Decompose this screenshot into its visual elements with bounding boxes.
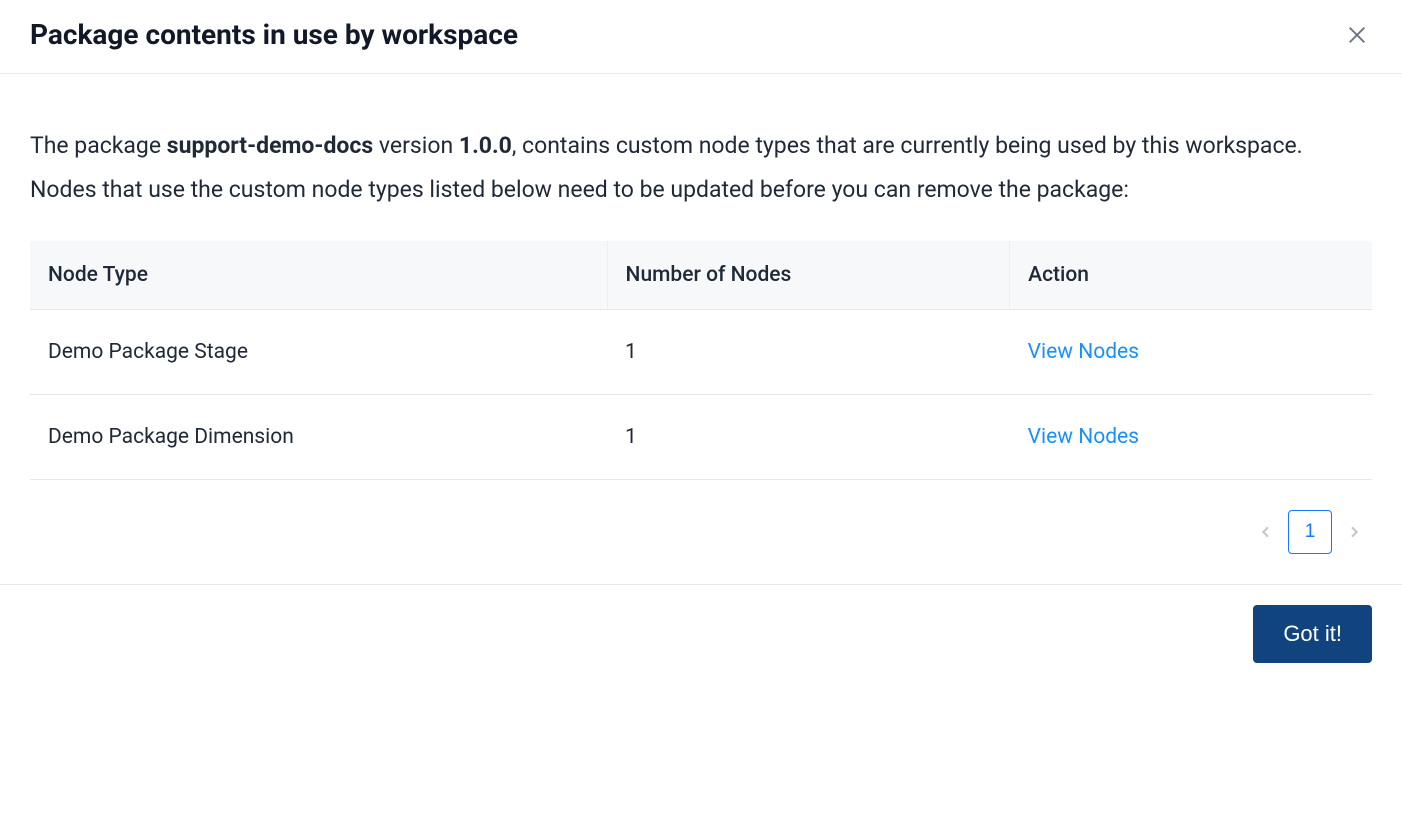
col-header-count: Number of Nodes xyxy=(607,241,1010,310)
package-name: support-demo-docs xyxy=(167,132,373,159)
package-version: 1.0.0 xyxy=(459,132,512,159)
view-nodes-link[interactable]: View Nodes xyxy=(1028,340,1139,364)
cell-action: View Nodes xyxy=(1010,310,1372,395)
table-row: Demo Package Dimension 1 View Nodes xyxy=(30,395,1372,480)
package-contents-modal: Package contents in use by workspace The… xyxy=(0,0,1402,675)
page-number-current[interactable]: 1 xyxy=(1288,510,1332,554)
got-it-button[interactable]: Got it! xyxy=(1253,605,1372,663)
col-header-node-type: Node Type xyxy=(30,241,607,310)
modal-footer: Got it! xyxy=(0,584,1402,675)
chevron-left-icon xyxy=(1258,524,1274,540)
pagination: 1 xyxy=(30,510,1372,554)
cell-node-type: Demo Package Dimension xyxy=(30,395,607,480)
close-button[interactable] xyxy=(1342,20,1372,50)
view-nodes-link[interactable]: View Nodes xyxy=(1028,425,1139,449)
desc-mid1: version xyxy=(373,132,459,159)
page-prev-button[interactable] xyxy=(1254,520,1278,544)
cell-action: View Nodes xyxy=(1010,395,1372,480)
node-types-table: Node Type Number of Nodes Action Demo Pa… xyxy=(30,241,1372,480)
col-header-action: Action xyxy=(1010,241,1372,310)
table-row: Demo Package Stage 1 View Nodes xyxy=(30,310,1372,395)
modal-title: Package contents in use by workspace xyxy=(30,18,518,51)
modal-body: The package support-demo-docs version 1.… xyxy=(0,74,1402,584)
cell-node-type: Demo Package Stage xyxy=(30,310,607,395)
modal-header: Package contents in use by workspace xyxy=(0,0,1402,74)
modal-description: The package support-demo-docs version 1.… xyxy=(30,124,1372,211)
page-next-button[interactable] xyxy=(1342,520,1366,544)
cell-count: 1 xyxy=(607,395,1010,480)
table-header-row: Node Type Number of Nodes Action xyxy=(30,241,1372,310)
cell-count: 1 xyxy=(607,310,1010,395)
close-icon xyxy=(1346,24,1368,46)
desc-prefix: The package xyxy=(30,132,167,159)
chevron-right-icon xyxy=(1346,524,1362,540)
